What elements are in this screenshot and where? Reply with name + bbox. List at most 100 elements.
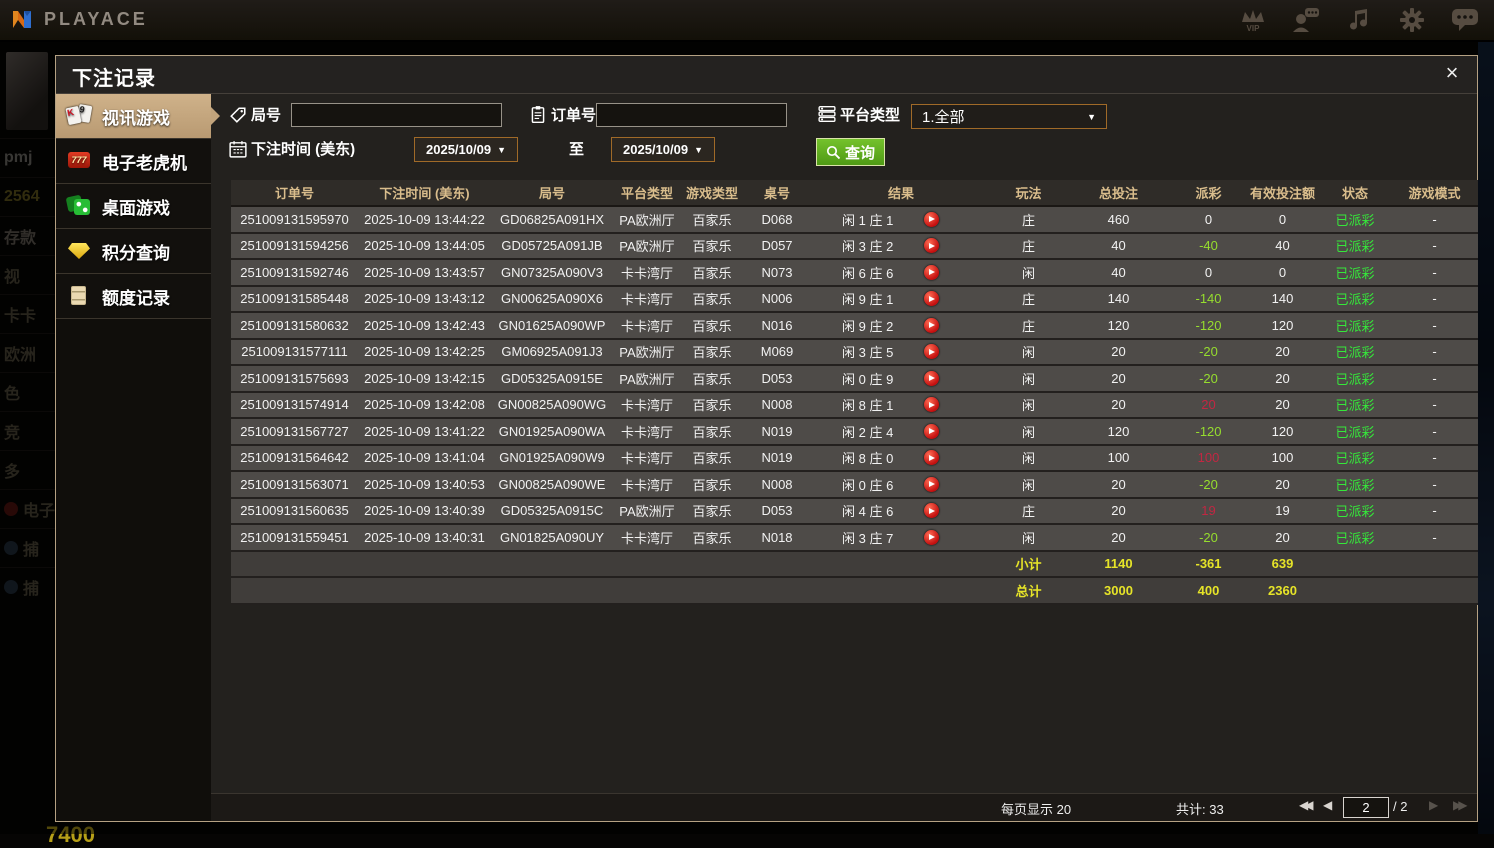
cell-payout: -140 (1171, 291, 1246, 306)
cell-platform: 卡卡湾厅 (613, 475, 681, 494)
total-payout: 400 (1171, 583, 1246, 598)
cell-order: 251009131567727 (231, 424, 358, 439)
replay-video-icon[interactable] (924, 291, 939, 306)
replay-video-icon[interactable] (924, 371, 939, 386)
chevron-down-icon: ▼ (694, 145, 703, 155)
platform-select[interactable]: 1.全部 ▼ (911, 104, 1107, 129)
cell-round: GN00625A090X6 (491, 291, 613, 306)
replay-video-icon[interactable] (924, 238, 939, 253)
cell-payout: 20 (1171, 397, 1246, 412)
sidebar-item[interactable]: 电子老虎机 (56, 139, 211, 184)
cell-table: N018 (743, 530, 811, 545)
cell-game: 百家乐 (681, 342, 743, 361)
order-label: 订单号 (551, 104, 596, 125)
list-icon (818, 105, 836, 123)
replay-video-icon[interactable] (924, 450, 939, 465)
subtotal-label: 小计 (991, 554, 1066, 573)
cell-game: 百家乐 (681, 369, 743, 388)
replay-video-icon[interactable] (924, 212, 939, 227)
cell-valid: 0 (1246, 265, 1319, 280)
cell-play: 闲 (991, 448, 1066, 467)
round-input[interactable] (291, 103, 502, 127)
cell-bet: 100 (1066, 450, 1171, 465)
brand-text: PLAYACE (44, 9, 148, 30)
cell-order: 251009131595970 (231, 212, 358, 227)
first-page-icon[interactable]: ◀◀ (1299, 798, 1309, 812)
cell-valid: 20 (1246, 397, 1319, 412)
cell-result: 闲 3 庄 7 (811, 528, 991, 547)
cell-table: N016 (743, 318, 811, 333)
support-icon[interactable] (1291, 5, 1321, 35)
replay-video-icon[interactable] (924, 397, 939, 412)
search-button[interactable]: 查询 (816, 138, 885, 166)
cell-order: 251009131585448 (231, 291, 358, 306)
total-count-label: 共计: 33 (1176, 799, 1224, 818)
cell-valid: 0 (1246, 212, 1319, 227)
replay-video-icon[interactable] (924, 530, 939, 545)
cell-payout: 0 (1171, 212, 1246, 227)
cell-payout: -20 (1171, 371, 1246, 386)
cell-result: 闲 8 庄 1 (811, 395, 991, 414)
column-header: 游戏模式 (1391, 183, 1478, 202)
cell-valid: 19 (1246, 503, 1319, 518)
result-text: 闲 9 庄 1 (811, 289, 924, 308)
table-row: 2510091315854482025-10-09 13:43:12GN0062… (231, 287, 1478, 314)
prev-page-icon[interactable]: ◀ (1323, 798, 1332, 812)
next-page-icon[interactable]: ▶ (1429, 798, 1438, 812)
cell-mode: - (1391, 238, 1478, 253)
cell-order: 251009131577111 (231, 344, 358, 359)
settings-icon[interactable] (1397, 5, 1427, 35)
cell-game: 百家乐 (681, 501, 743, 520)
cell-result: 闲 2 庄 4 (811, 422, 991, 441)
column-header: 下注时间 (美东) (358, 183, 491, 202)
cell-status: 已派彩 (1319, 342, 1391, 361)
cell-time: 2025-10-09 13:42:08 (358, 397, 491, 412)
cell-platform: 卡卡湾厅 (613, 316, 681, 335)
cell-mode: - (1391, 477, 1478, 492)
cell-platform: 卡卡湾厅 (613, 448, 681, 467)
cell-payout: 0 (1171, 265, 1246, 280)
replay-video-icon[interactable] (924, 503, 939, 518)
table-row: 2510091315927462025-10-09 13:43:57GN0732… (231, 260, 1478, 287)
replay-video-icon[interactable] (924, 424, 939, 439)
page-input[interactable] (1343, 797, 1389, 818)
table-row: 2510091315942562025-10-09 13:44:05GD0572… (231, 234, 1478, 261)
date-to-select[interactable]: 2025/10/09▼ (611, 137, 715, 162)
cell-result: 闲 4 庄 6 (811, 501, 991, 520)
cell-play: 庄 (991, 316, 1066, 335)
replay-video-icon[interactable] (924, 477, 939, 492)
chat-icon[interactable] (1450, 5, 1480, 35)
cell-round: GN01925A090WA (491, 424, 613, 439)
platform-select-value: 1.全部 (922, 106, 965, 127)
bet-records-table: 订单号下注时间 (美东)局号平台类型游戏类型桌号结果玩法总投注派彩有效投注额状态… (231, 180, 1478, 605)
table-row: 2510091315756932025-10-09 13:42:15GD0532… (231, 366, 1478, 393)
last-page-icon[interactable]: ▶▶ (1453, 798, 1463, 812)
order-input[interactable] (596, 103, 787, 127)
music-icon[interactable] (1344, 5, 1374, 35)
sidebar-item[interactable]: 额度记录 (56, 274, 211, 319)
date-from-select[interactable]: 2025/10/09▼ (414, 137, 518, 162)
replay-video-icon[interactable] (924, 318, 939, 333)
close-icon[interactable]: × (1439, 60, 1465, 86)
cell-status: 已派彩 (1319, 395, 1391, 414)
table-row: 2510091315959702025-10-09 13:44:22GD0682… (231, 207, 1478, 234)
sidebar-item-label: 额度记录 (102, 284, 170, 309)
replay-video-icon[interactable] (924, 265, 939, 280)
sidebar-item-label: 积分查询 (102, 239, 170, 264)
sidebar-item[interactable]: 视讯游戏 (56, 94, 211, 139)
pagination-bar: 每页显示 20 共计: 33 ◀◀ ◀ / 2 ▶ ▶▶ (211, 793, 1477, 821)
cell-result: 闲 0 庄 9 (811, 369, 991, 388)
slot-icon (66, 149, 93, 173)
cell-game: 百家乐 (681, 475, 743, 494)
cell-table: N006 (743, 291, 811, 306)
sidebar-item[interactable]: 桌面游戏 (56, 184, 211, 229)
replay-video-icon[interactable] (924, 344, 939, 359)
vip-icon[interactable]: VIP (1238, 5, 1268, 35)
cell-mode: - (1391, 265, 1478, 280)
column-header: 平台类型 (613, 183, 681, 202)
cell-game: 百家乐 (681, 236, 743, 255)
cell-mode: - (1391, 291, 1478, 306)
cell-platform: 卡卡湾厅 (613, 422, 681, 441)
sidebar-item[interactable]: 积分查询 (56, 229, 211, 274)
cell-status: 已派彩 (1319, 316, 1391, 335)
